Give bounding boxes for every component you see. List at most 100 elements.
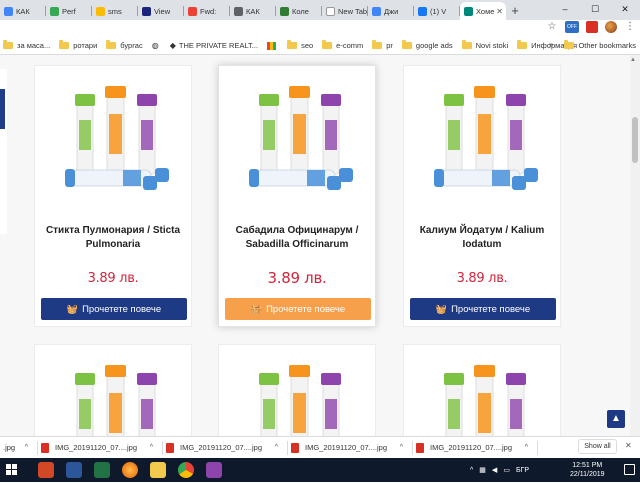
product-price: 3.89 лв. bbox=[267, 269, 327, 287]
download-options-icon[interactable]: ^ bbox=[400, 444, 403, 451]
browser-tab[interactable]: Коле bbox=[276, 2, 322, 20]
bookmark-item[interactable]: Novi stoki bbox=[461, 40, 508, 50]
page-scrollbar[interactable]: ▲ bbox=[630, 55, 640, 436]
tray-expand-icon[interactable]: ^ bbox=[470, 467, 473, 474]
bookmark-item[interactable]: pr bbox=[372, 40, 393, 50]
tab-favicon bbox=[326, 6, 335, 16]
product-image[interactable] bbox=[35, 359, 191, 436]
network-icon[interactable]: ▦ bbox=[479, 466, 486, 474]
product-card[interactable]: Стикта Пулмонария / Sticta Pulmonaria 3.8… bbox=[34, 65, 192, 327]
bookmark-item[interactable]: за маса... bbox=[3, 40, 51, 50]
tab-title: Perf bbox=[62, 6, 76, 16]
browser-tab[interactable]: КАК bbox=[0, 2, 46, 20]
bookmark-item[interactable]: google ads bbox=[401, 40, 453, 50]
show-all-downloads-button[interactable]: Show all bbox=[578, 439, 617, 454]
battery-icon[interactable]: ▭ bbox=[503, 466, 510, 474]
download-item[interactable]: .jpg ^ bbox=[0, 441, 38, 455]
download-item[interactable]: IMG_20191120_07....jpg ^ bbox=[38, 440, 163, 455]
bookmark-item[interactable]: e-comm bbox=[322, 40, 363, 50]
browser-tab[interactable]: КАК bbox=[230, 2, 276, 20]
maximize-button[interactable]: ☐ bbox=[580, 0, 610, 20]
extension-red-icon[interactable] bbox=[586, 21, 598, 33]
word-icon[interactable] bbox=[66, 462, 82, 478]
image-file-icon bbox=[291, 442, 299, 453]
star-icon[interactable]: ☆ bbox=[546, 21, 558, 33]
other-bookmarks[interactable]: Other bookmarks bbox=[564, 37, 636, 54]
new-tab-button[interactable]: + bbox=[506, 2, 524, 20]
download-item[interactable]: IMG_20191120_07....jpg ^ bbox=[163, 440, 288, 455]
download-item[interactable]: IMG_20191120_07....jpg ^ bbox=[413, 440, 538, 455]
folder-icon bbox=[3, 40, 13, 49]
browser-tab[interactable]: Джи bbox=[368, 2, 414, 20]
start-button[interactable] bbox=[4, 462, 20, 478]
bookmark-item[interactable]: seo bbox=[287, 40, 313, 50]
product-title[interactable]: Сабадила Официнарум / Sabadilla Officina… bbox=[227, 224, 367, 252]
powerpoint-icon[interactable] bbox=[38, 462, 54, 478]
download-options-icon[interactable]: ^ bbox=[525, 444, 528, 451]
download-item[interactable]: IMG_20191120_07....jpg ^ bbox=[288, 440, 413, 455]
close-downloads-icon[interactable]: ✕ bbox=[625, 441, 632, 450]
tab-favicon bbox=[280, 6, 289, 16]
read-more-label: Прочетете повече bbox=[451, 303, 531, 315]
product-card[interactable] bbox=[34, 344, 192, 436]
bookmark-item[interactable]: ◆ THE PRIVATE REALT... bbox=[170, 41, 258, 50]
clock[interactable]: 12:51 PM 22/11/2019 bbox=[570, 461, 605, 479]
excel-icon[interactable] bbox=[94, 462, 110, 478]
tab-title: (1) V bbox=[430, 6, 447, 16]
product-card[interactable]: Сабадила Официнарум / Sabadilla Officina… bbox=[218, 65, 376, 327]
browser-tab[interactable]: Fwd: bbox=[184, 2, 230, 20]
product-image[interactable] bbox=[219, 80, 375, 200]
back-to-top-button[interactable]: ▲ bbox=[607, 410, 625, 428]
minimize-button[interactable]: – bbox=[550, 0, 580, 20]
notification-icon[interactable] bbox=[624, 464, 635, 475]
product-title[interactable]: Калиум Йодатум / Kalium Iodatum bbox=[412, 224, 552, 252]
browser-tab[interactable]: View bbox=[138, 2, 184, 20]
tab-favicon bbox=[418, 6, 427, 16]
chrome-icon[interactable] bbox=[178, 462, 194, 478]
folder-icon bbox=[287, 40, 298, 49]
product-title[interactable]: Стикта Пулмонария / Sticta Pulmonaria bbox=[43, 224, 183, 252]
product-card[interactable]: Калиум Йодатум / Kalium Iodatum 3.89 лв. 🧺… bbox=[403, 65, 561, 327]
download-options-icon[interactable]: ^ bbox=[25, 444, 28, 451]
profile-avatar[interactable] bbox=[605, 21, 617, 33]
app-icon[interactable] bbox=[206, 462, 222, 478]
menu-icon[interactable]: ⋮ bbox=[624, 21, 636, 33]
download-options-icon[interactable]: ^ bbox=[275, 444, 278, 451]
diamond-icon: ◆ bbox=[169, 41, 176, 50]
product-image[interactable] bbox=[404, 80, 560, 200]
tab-favicon bbox=[50, 6, 59, 16]
firefox-icon[interactable] bbox=[122, 462, 138, 478]
extension-off-icon[interactable]: OFF bbox=[565, 21, 579, 33]
product-card[interactable] bbox=[403, 344, 561, 436]
read-more-button[interactable]: 🧺 Прочетете повече bbox=[41, 298, 187, 320]
language-indicator[interactable]: БГР bbox=[516, 467, 529, 474]
download-filename: .jpg bbox=[3, 443, 16, 452]
bookmark-item[interactable]: бургас bbox=[106, 40, 143, 50]
close-tab-icon[interactable]: ✕ bbox=[496, 7, 503, 16]
read-more-button[interactable]: 🧺 Прочетете повече bbox=[225, 298, 371, 320]
download-options-icon[interactable]: ^ bbox=[150, 444, 153, 451]
browser-tab[interactable]: sms bbox=[92, 2, 138, 20]
bookmark-item[interactable] bbox=[267, 41, 278, 50]
browser-tab[interactable]: (1) V bbox=[414, 2, 460, 20]
tab-strip: КАК Perf sms View Fwd: КАК Коле New Tab Джи (1) V… bbox=[0, 0, 640, 20]
bookmarks-more-button[interactable]: » bbox=[549, 40, 553, 49]
product-image[interactable] bbox=[35, 80, 191, 200]
bookmark-item[interactable]: ротари bbox=[59, 40, 97, 50]
product-image[interactable] bbox=[219, 359, 375, 436]
product-image[interactable] bbox=[404, 359, 560, 436]
scroll-up-icon[interactable]: ▲ bbox=[630, 57, 636, 63]
file-explorer-icon[interactable] bbox=[150, 462, 166, 478]
scroll-thumb[interactable] bbox=[632, 117, 638, 163]
browser-tab[interactable]: Хоме ✕ bbox=[460, 2, 506, 20]
bookmark-item[interactable]: ◍ bbox=[152, 41, 161, 50]
volume-icon[interactable]: ◀ bbox=[492, 466, 497, 474]
tab-title: Хоме bbox=[476, 6, 495, 16]
close-window-button[interactable]: ✕ bbox=[610, 0, 640, 20]
read-more-button[interactable]: 🧺 Прочетете повече bbox=[410, 298, 556, 320]
browser-tab[interactable]: Perf bbox=[46, 2, 92, 20]
product-card[interactable] bbox=[218, 344, 376, 436]
tab-title: sms bbox=[108, 6, 122, 16]
browser-tab[interactable]: New Tab bbox=[322, 2, 368, 20]
bookmark-label: за маса... bbox=[17, 41, 51, 50]
